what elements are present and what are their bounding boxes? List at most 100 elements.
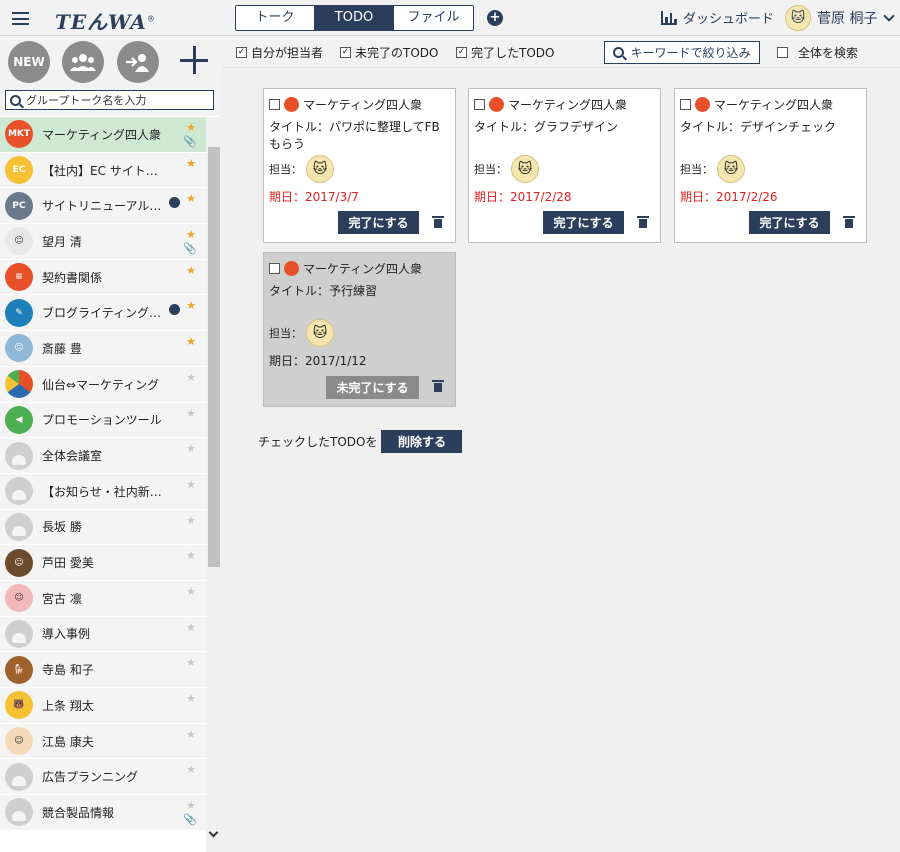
star-icon[interactable]: ★: [186, 371, 196, 384]
bulk-label: チェックしたTODOを: [258, 435, 378, 449]
group-name: サイトリニューアル…: [42, 199, 162, 214]
view-tabs: トーク TODO ファイル: [235, 5, 474, 31]
star-icon[interactable]: ★: [186, 407, 196, 420]
menu-icon[interactable]: [12, 12, 29, 25]
chevron-down-icon[interactable]: [208, 827, 219, 838]
dashboard-label: ダッシュボード: [683, 12, 775, 27]
checkbox-checked[interactable]: ✓: [236, 47, 247, 58]
list-item[interactable]: ☺ 斎藤 豊 ★: [0, 331, 206, 367]
list-item[interactable]: 広告プランニング ★: [0, 759, 206, 796]
star-icon[interactable]: ★: [186, 514, 196, 527]
checkbox[interactable]: [680, 99, 691, 110]
dashboard-link[interactable]: ダッシュボード: [661, 8, 774, 27]
paperclip-icon: 📎: [183, 242, 197, 256]
bulk-actions: チェックしたTODOを 削除する: [258, 430, 463, 453]
user-menu[interactable]: 🐱 菅原 桐子: [785, 5, 896, 31]
trash-icon[interactable]: [843, 216, 855, 228]
add-member-icon[interactable]: [117, 41, 159, 83]
checkbox[interactable]: [269, 99, 280, 110]
checkbox[interactable]: [474, 99, 485, 110]
groups-icon[interactable]: [62, 41, 104, 83]
star-icon[interactable]: ★: [186, 192, 196, 205]
checkbox-checked[interactable]: ✓: [456, 47, 467, 58]
star-icon[interactable]: ★: [186, 692, 196, 705]
list-item[interactable]: ≡ 契約書関係 ★: [0, 259, 206, 296]
list-item[interactable]: 🐻 上条 翔太 ★: [0, 688, 206, 724]
filter-completed[interactable]: ✓ 完了したTODO: [456, 44, 554, 61]
filter-incomplete[interactable]: ✓ 未完了のTODO: [340, 44, 438, 61]
star-icon[interactable]: ★: [186, 585, 196, 598]
checkbox[interactable]: [777, 47, 788, 58]
keyword-filter-button[interactable]: キーワードで絞り込み: [604, 41, 760, 64]
delete-button[interactable]: 削除する: [381, 430, 463, 453]
star-icon[interactable]: ★: [186, 228, 196, 241]
group-name: プロモーションツール: [42, 413, 162, 428]
list-item[interactable]: 全体会議室 ★: [0, 438, 206, 474]
star-icon[interactable]: ★: [186, 728, 196, 741]
star-icon[interactable]: ★: [186, 763, 196, 776]
star-icon[interactable]: ★: [186, 264, 196, 277]
assignee: 担当： 🐱: [474, 155, 539, 183]
star-icon[interactable]: ★: [186, 299, 196, 312]
group-search[interactable]: [5, 90, 214, 110]
complete-button[interactable]: 完了にする: [749, 211, 830, 234]
star-icon[interactable]: ★: [186, 549, 196, 562]
due-date: 期日：2017/1/12: [269, 354, 367, 368]
list-item[interactable]: ✎ ブログライティング… ★: [0, 295, 206, 332]
assignee: 担当： 🐱: [269, 319, 334, 347]
card-header: マーケティング四人衆: [269, 260, 422, 277]
list-item[interactable]: 🐕 寺島 和子 ★: [0, 652, 206, 688]
complete-button[interactable]: 完了にする: [338, 211, 419, 234]
list-item[interactable]: PC サイトリニューアル… ★: [0, 188, 206, 225]
tab-talk[interactable]: トーク: [236, 6, 315, 30]
list-item[interactable]: ☺ 望月 清 ★ 📎: [0, 224, 206, 260]
list-item[interactable]: ☺ 江島 康夫 ★: [0, 723, 206, 760]
trash-icon[interactable]: [637, 216, 649, 228]
star-icon[interactable]: ★: [186, 442, 196, 455]
list-item[interactable]: 導入事例 ★: [0, 616, 206, 653]
tab-todo[interactable]: TODO: [315, 6, 394, 30]
plus-icon[interactable]: [178, 44, 210, 76]
new-button[interactable]: NEW: [8, 41, 50, 83]
avatar: EC: [5, 156, 33, 185]
incomplete-button[interactable]: 未完了にする: [326, 376, 419, 399]
list-item[interactable]: ☺ 芦田 愛美 ★: [0, 545, 206, 581]
tab-file[interactable]: ファイル: [394, 6, 473, 30]
avatar: MKT: [5, 120, 33, 149]
trash-icon[interactable]: [432, 216, 444, 228]
list-item[interactable]: MKT マーケティング四人衆 ★ 📎: [0, 117, 206, 153]
avatar: ☺: [5, 334, 33, 363]
star-icon[interactable]: ★: [186, 121, 196, 134]
filter-search-all[interactable]: 全体を検索: [777, 44, 858, 61]
list-item[interactable]: ☺ 宮古 凛 ★: [0, 580, 206, 617]
complete-button[interactable]: 完了にする: [543, 211, 624, 234]
sidebar: NEW MKT マーケティング四人衆 ★ 📎 EC 【社内】EC サイト更新 ★…: [0, 36, 222, 852]
star-icon[interactable]: ★: [186, 621, 196, 634]
group-name: 望月 清: [42, 234, 82, 249]
star-icon[interactable]: ★: [186, 799, 196, 812]
star-icon[interactable]: ★: [186, 335, 196, 348]
trash-icon[interactable]: [432, 380, 444, 392]
star-icon[interactable]: ★: [186, 656, 196, 669]
list-item[interactable]: 仙台⇔マーケティング ★: [0, 366, 206, 403]
list-item[interactable]: 競合製品情報 ★ 📎: [0, 795, 206, 831]
list-item[interactable]: 長坂 勝 ★: [0, 509, 206, 546]
todo-filter-bar: ✓ 自分が担当者 ✓ 未完了のTODO ✓ 完了したTODO キーワードで絞り込み 全…: [223, 36, 900, 68]
sidebar-scrollbar[interactable]: [206, 117, 222, 852]
list-item[interactable]: 【お知らせ・社内新… ★: [0, 473, 206, 510]
filter-mine[interactable]: ✓ 自分が担当者: [236, 44, 323, 61]
list-item[interactable]: ◀ プロモーションツール ★: [0, 402, 206, 439]
star-icon[interactable]: ★: [186, 157, 196, 170]
star-icon[interactable]: ★: [186, 478, 196, 491]
checkbox-checked[interactable]: ✓: [340, 47, 351, 58]
todo-title: タイトル：グラフデザイン: [474, 120, 619, 134]
due-date: 期日：2017/3/7: [269, 190, 359, 204]
group-name: 【お知らせ・社内新…: [42, 484, 162, 499]
group-name: ブログライティング…: [42, 306, 162, 321]
group-search-input[interactable]: [26, 93, 206, 107]
app-logo[interactable]: TEんWA®: [55, 6, 156, 35]
scroll-thumb[interactable]: [208, 147, 220, 567]
list-item[interactable]: EC 【社内】EC サイト更新 ★: [0, 152, 206, 189]
checkbox[interactable]: [269, 263, 280, 274]
add-icon[interactable]: +: [487, 10, 503, 26]
